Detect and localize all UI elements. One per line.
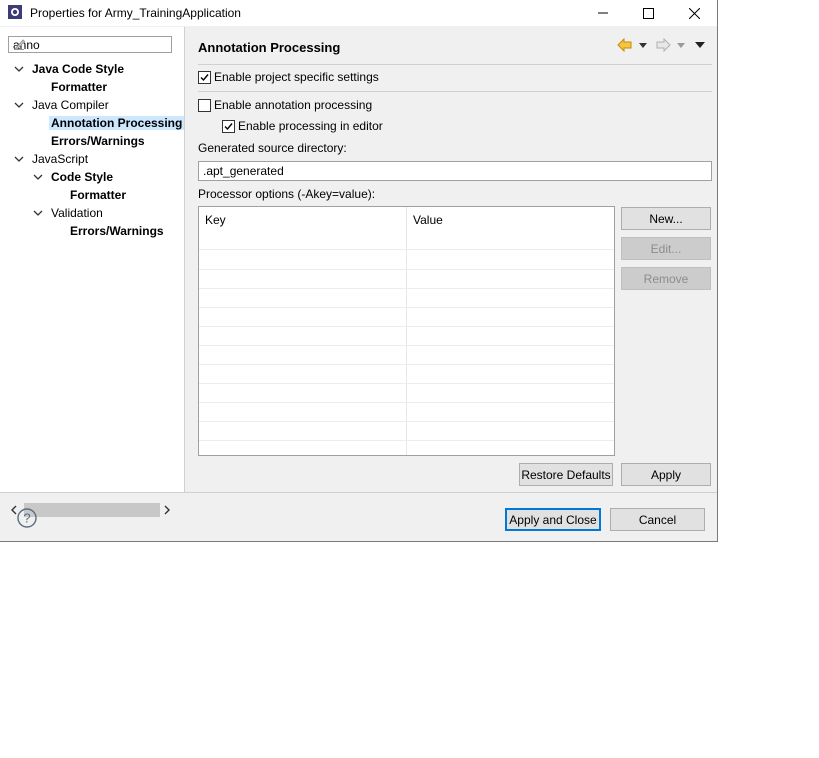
generated-source-input[interactable]: .apt_generated: [198, 161, 712, 181]
tree-item-label: Java Compiler: [32, 98, 109, 112]
table-row: [199, 288, 614, 289]
properties-dialog: Properties for Army_TrainingApplication …: [0, 0, 718, 542]
tree-item-formatter[interactable]: Formatter: [70, 186, 126, 204]
table-row: [199, 402, 614, 403]
maximize-button[interactable]: [625, 0, 671, 26]
chevron-down-icon[interactable]: [14, 154, 24, 164]
back-menu-chevron-icon[interactable]: [639, 43, 647, 49]
preference-page: Annotation Processing Enable project spe…: [185, 27, 717, 492]
enable-project-specific-checkbox[interactable]: [198, 71, 211, 84]
minimize-button[interactable]: [580, 0, 626, 26]
scroll-right-icon[interactable]: [163, 505, 171, 515]
tree-item-formatter[interactable]: Formatter: [51, 78, 107, 96]
column-separator: [406, 207, 407, 455]
table-row: [199, 345, 614, 346]
chevron-down-icon[interactable]: [33, 172, 43, 182]
table-row: [199, 269, 614, 270]
chevron-down-icon[interactable]: [14, 64, 24, 74]
table-row: [199, 440, 614, 441]
settings-separator: [198, 91, 712, 92]
chevron-down-icon[interactable]: [33, 208, 43, 218]
new-button[interactable]: New...: [621, 207, 711, 230]
tree-item-label: Java Code Style: [32, 62, 125, 76]
filter-input[interactable]: anno: [8, 36, 172, 53]
footer-separator: [0, 492, 717, 493]
scrollbar-thumb[interactable]: [24, 503, 160, 517]
tree-item-label: Code Style: [51, 170, 114, 184]
generated-source-value: .apt_generated: [203, 164, 284, 178]
processor-options-label: Processor options (-Akey=value):: [198, 187, 376, 201]
title-bar: Properties for Army_TrainingApplication: [0, 0, 717, 26]
window-title: Properties for Army_TrainingApplication: [30, 6, 241, 20]
tree-item-label: Formatter: [70, 188, 127, 202]
table-row: [199, 364, 614, 365]
processor-options-table[interactable]: Key Value: [198, 206, 615, 456]
apply-and-close-button[interactable]: Apply and Close: [505, 508, 601, 531]
table-row: [199, 383, 614, 384]
edit-button[interactable]: Edit...: [621, 237, 711, 260]
enable-annotation-processing-checkbox[interactable]: [198, 99, 211, 112]
back-arrow-icon[interactable]: [617, 38, 633, 52]
close-icon: [688, 7, 700, 19]
forward-menu-chevron-icon[interactable]: [677, 43, 685, 49]
chevron-down-icon[interactable]: [14, 100, 24, 110]
tree-item-errors-warnings[interactable]: Errors/Warnings: [70, 222, 164, 240]
forward-arrow-icon[interactable]: [655, 38, 671, 52]
enable-project-specific-label[interactable]: Enable project specific settings: [214, 70, 379, 84]
column-header-key[interactable]: Key: [199, 207, 406, 249]
remove-button[interactable]: Remove: [621, 267, 711, 290]
minimize-icon: [598, 12, 608, 14]
table-row: [199, 326, 614, 327]
table-row: [199, 307, 614, 308]
column-header-value[interactable]: Value: [407, 207, 614, 249]
help-icon[interactable]: ?: [17, 508, 37, 528]
table-row: [199, 249, 614, 250]
generated-source-label: Generated source directory:: [198, 141, 347, 155]
table-row: [199, 421, 614, 422]
checkmark-icon: [224, 123, 233, 131]
close-button[interactable]: [671, 0, 717, 26]
tree-item-label: Annotation Processing: [49, 116, 185, 130]
svg-text:?: ?: [23, 511, 30, 526]
title-separator: [198, 64, 712, 65]
eclipse-app-icon: [8, 5, 22, 19]
clear-filter-icon[interactable]: [13, 38, 168, 53]
tree-item-label: Errors/Warnings: [70, 224, 164, 238]
preference-tree-panel: anno Java Code Style Formatter Java Comp…: [0, 27, 185, 517]
cancel-button[interactable]: Cancel: [610, 508, 705, 531]
tree-item-label: JavaScript: [32, 152, 89, 166]
checkmark-icon: [200, 74, 209, 82]
enable-processing-in-editor-checkbox[interactable]: [222, 120, 235, 133]
apply-button[interactable]: Apply: [621, 463, 711, 486]
tree-item-label: Errors/Warnings: [51, 134, 145, 148]
enable-processing-in-editor-label[interactable]: Enable processing in editor: [238, 119, 383, 133]
tree-item-label: Formatter: [51, 80, 108, 94]
tree-item-errors-warnings[interactable]: Errors/Warnings: [51, 132, 145, 150]
tree-item-annotation-processing[interactable]: Annotation Processing: [49, 114, 185, 132]
maximize-icon: [642, 7, 654, 19]
view-menu-icon[interactable]: [695, 42, 705, 49]
restore-defaults-button[interactable]: Restore Defaults: [519, 463, 613, 486]
tree-item-label: Validation: [51, 206, 103, 220]
enable-annotation-processing-label[interactable]: Enable annotation processing: [214, 98, 372, 112]
page-title: Annotation Processing: [198, 40, 341, 55]
